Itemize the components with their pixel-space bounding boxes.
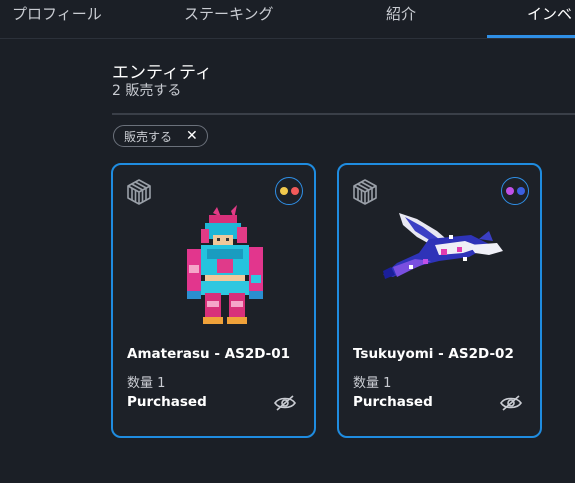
tab-referral[interactable]: 紹介 [386, 3, 416, 24]
amaterasu-artwork [187, 205, 263, 324]
active-tab-indicator [487, 35, 575, 38]
entity-name: Tsukuyomi - AS2D-02 [353, 346, 514, 362]
entity-card[interactable]: Amaterasu - AS2D-01 数量 1 Purchased [111, 163, 316, 438]
entity-status: Purchased [127, 394, 207, 410]
entity-card[interactable]: Tsukuyomi - AS2D-02 数量 1 Purchased [337, 163, 542, 438]
color-dot [505, 187, 514, 195]
voxel-cube-icon [127, 179, 151, 205]
eye-slash-icon[interactable] [274, 394, 296, 412]
entity-quantity: 数量 1 [353, 376, 392, 391]
color-swatches [501, 177, 529, 205]
tab-staking[interactable]: ステーキング [184, 3, 274, 24]
voxel-cube-icon [353, 179, 377, 205]
entity-quantity: 数量 1 [127, 376, 166, 391]
color-dot [279, 187, 288, 195]
entity-name: Amaterasu - AS2D-01 [127, 346, 291, 362]
tab-inventory[interactable]: インベ [527, 3, 572, 24]
section-divider [112, 113, 575, 115]
color-swatches [275, 177, 303, 205]
eye-slash-icon[interactable] [500, 394, 522, 412]
tsukuyomi-artwork [383, 213, 503, 279]
close-icon[interactable]: ✕ [186, 128, 198, 144]
entity-status: Purchased [353, 394, 433, 410]
color-dot [516, 187, 525, 195]
tab-profile[interactable]: プロフィール [12, 3, 102, 24]
filter-chip-label: 販売する [124, 129, 173, 144]
tab-bar: プロフィール ステーキング 紹介 インベ [0, 0, 575, 39]
color-dot [290, 187, 299, 195]
filter-chip-for-sale[interactable]: 販売する ✕ [113, 125, 208, 147]
section-count: 2 販売する [112, 83, 182, 99]
